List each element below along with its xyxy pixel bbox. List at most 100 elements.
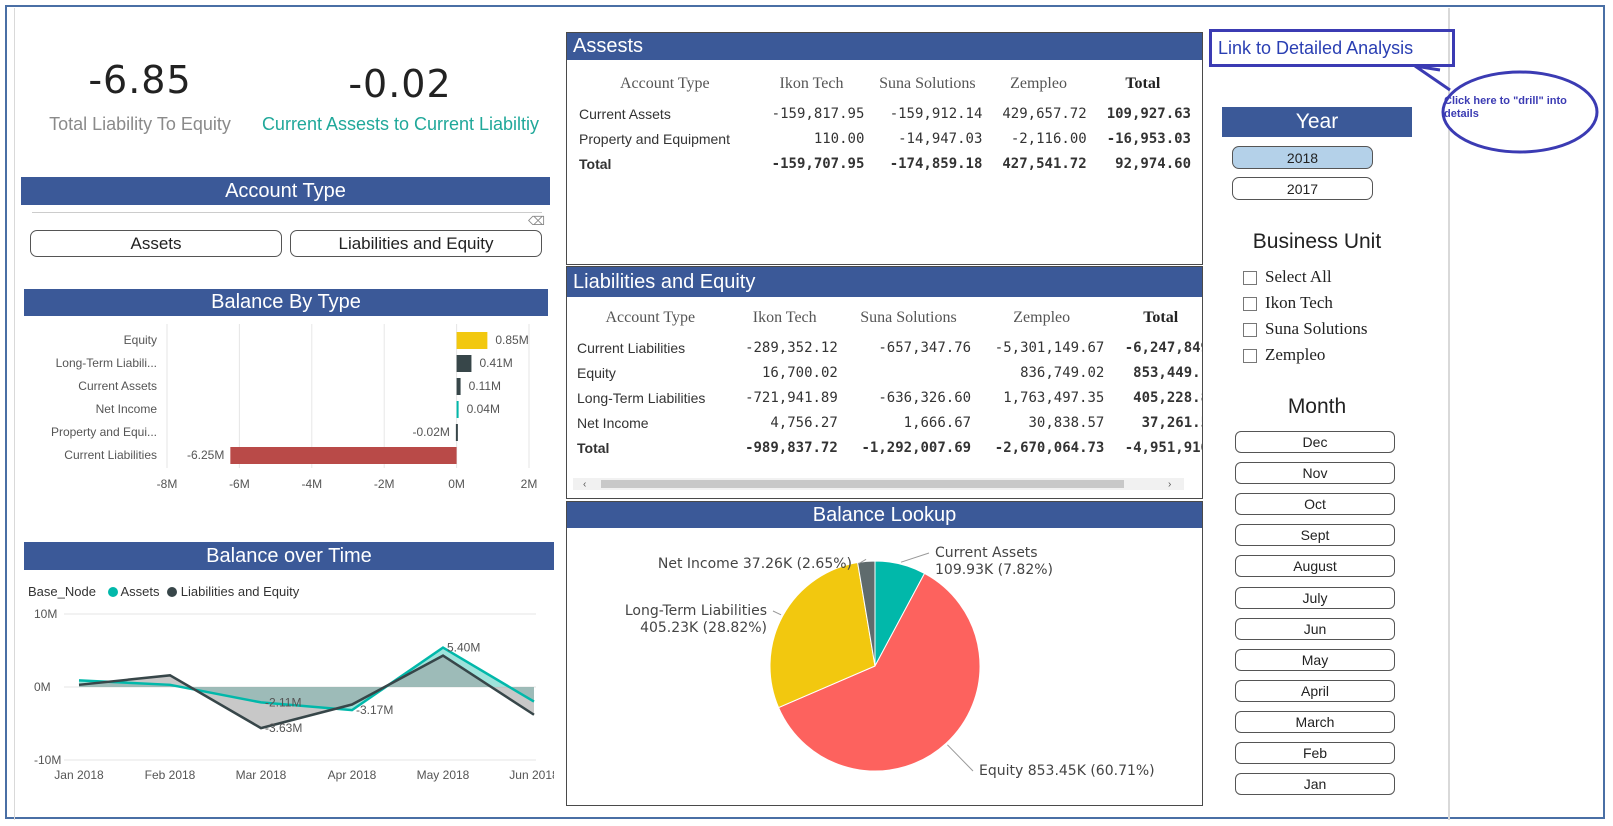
- value-cell: 1,763,497.35: [1003, 389, 1105, 406]
- month-option[interactable]: Nov: [1235, 462, 1395, 484]
- bar: [456, 378, 461, 395]
- column-header[interactable]: Ikon Tech: [755, 67, 869, 101]
- row-label-cell: Equity: [577, 364, 616, 381]
- table-header-row: Account Type Ikon Tech Suna Solutions Zempl…: [573, 301, 1202, 335]
- bu-suna-solutions[interactable]: Suna Solutions: [1243, 319, 1368, 339]
- liabilities-table-panel: Liabilities and Equity Account Type Ikon …: [566, 266, 1203, 499]
- bu-zempleo[interactable]: Zempleo: [1243, 345, 1325, 365]
- value-cell: -1,292,007.69: [861, 439, 972, 456]
- eraser-icon[interactable]: ⌫: [528, 214, 545, 228]
- month-option[interactable]: Oct: [1235, 493, 1395, 515]
- month-option[interactable]: Jun: [1235, 618, 1395, 640]
- checkbox[interactable]: [1243, 349, 1257, 364]
- column-header[interactable]: Total: [1108, 301, 1202, 335]
- value-cell: 4,756.27: [770, 414, 838, 431]
- column-header[interactable]: Suna Solutions: [842, 301, 975, 335]
- bu-ikon-tech[interactable]: Ikon Tech: [1243, 293, 1333, 313]
- row-label-cell: Total: [579, 155, 612, 172]
- data-label: -3.17M: [356, 703, 393, 717]
- value-cell: 109,927.63: [1106, 105, 1191, 122]
- table-row[interactable]: Current Assets -159,817.95 -159,912.14 429,…: [575, 101, 1195, 126]
- category-label: Property and Equi...: [51, 425, 157, 439]
- x-tick-label: May 2018: [417, 768, 470, 782]
- table-row[interactable]: Total -989,837.72 -1,292,007.69 -2,670,064.…: [573, 435, 1202, 460]
- month-option[interactable]: Jan: [1235, 773, 1395, 795]
- column-header[interactable]: Suna Solutions: [868, 67, 986, 101]
- kpi-liability-to-equity-value: -6.85: [88, 58, 192, 102]
- row-label-cell: Current Liabilities: [577, 339, 686, 356]
- balance-by-type-chart: -8M -6M -4M -2M 0M 2M Equity 0.85M Long-Term Lia…: [51, 324, 537, 491]
- balance-lookup-panel: Balance Lookup Current Assets 109.93K (7.…: [566, 501, 1203, 806]
- table-row[interactable]: Long-Term Liabilities -721,941.89 -636,326…: [573, 385, 1202, 410]
- value-cell: -989,837.72: [745, 439, 838, 456]
- bar-data-label: 0.41M: [479, 356, 512, 370]
- legend-title: Base_Node: [28, 584, 96, 599]
- row-label-cell: Net Income: [577, 414, 649, 431]
- column-header[interactable]: Account Type: [573, 301, 728, 335]
- assets-table-title: Assests: [567, 33, 1202, 60]
- table-row[interactable]: Equity 16,700.02 836,749.02 853,449.(: [573, 360, 1202, 385]
- account-type-liabilities-button[interactable]: Liabilities and Equity: [290, 230, 542, 257]
- month-title: Month: [1287, 395, 1347, 418]
- year-title: Year: [1222, 107, 1412, 137]
- table-header-row: Account Type Ikon Tech Suna Solutions Zempl…: [575, 67, 1195, 101]
- leader-line: [900, 552, 930, 563]
- value-cell: -5,301,149.67: [994, 339, 1105, 356]
- account-type-assets-button[interactable]: Assets: [30, 230, 282, 257]
- y-tick-label: 10M: [34, 607, 57, 621]
- value-cell: -16,953.03: [1106, 130, 1191, 147]
- y-tick-label: -10M: [34, 753, 61, 767]
- month-option[interactable]: April: [1235, 680, 1395, 702]
- category-label: Equity: [124, 333, 157, 347]
- year-option-2017[interactable]: 2017: [1232, 177, 1373, 200]
- column-header[interactable]: Total: [1091, 67, 1195, 101]
- scroll-right-arrow[interactable]: ›: [1168, 480, 1178, 490]
- value-cell: -289,352.12: [745, 339, 838, 356]
- month-option[interactable]: Dec: [1235, 431, 1395, 453]
- value-cell: 429,657.72: [1002, 105, 1087, 122]
- table-row[interactable]: Current Liabilities -289,352.12 -657,347.7…: [573, 335, 1202, 360]
- column-header[interactable]: Ikon Tech: [728, 301, 842, 335]
- x-tick-label: -4M: [301, 477, 322, 491]
- column-header[interactable]: Zempleo: [975, 301, 1108, 335]
- balance-lookup-pie: Current Assets109.93K (7.82%) Equity 853.…: [625, 545, 1155, 779]
- x-tick-label: -6M: [229, 477, 250, 491]
- horizontal-scrollbar[interactable]: ‹ ›: [573, 478, 1184, 490]
- month-option[interactable]: July: [1235, 587, 1395, 609]
- bar: [456, 332, 488, 349]
- slicer-divider: [32, 212, 542, 213]
- year-option-2018[interactable]: 2018: [1232, 146, 1373, 169]
- checkbox[interactable]: [1243, 323, 1257, 338]
- x-tick-label: Jan 2018: [54, 768, 104, 782]
- category-label: Current Liabilities: [64, 448, 157, 462]
- month-option[interactable]: March: [1235, 711, 1395, 733]
- bu-select-all-label: Select All: [1265, 267, 1332, 286]
- table-row[interactable]: Total -159,707.95 -174,859.18 427,541.72 92,…: [575, 151, 1195, 176]
- value-cell: -2,670,064.73: [994, 439, 1105, 456]
- value-cell: -159,707.95: [771, 155, 865, 172]
- scroll-left-arrow[interactable]: ‹: [583, 480, 593, 490]
- month-option[interactable]: Feb: [1235, 742, 1395, 764]
- column-header[interactable]: Zempleo: [986, 67, 1090, 101]
- bu-select-all[interactable]: Select All: [1243, 267, 1332, 287]
- checkbox[interactable]: [1243, 297, 1257, 312]
- liabilities-table-title: Liabilities and Equity: [567, 267, 1202, 297]
- table-row[interactable]: Net Income 4,756.27 1,666.67 30,838.57 37,26…: [573, 410, 1202, 435]
- value-cell: -2,116.00: [1010, 130, 1087, 147]
- checkbox[interactable]: [1243, 271, 1257, 286]
- liabilities-table: Account Type Ikon Tech Suna Solutions Zempl…: [573, 301, 1202, 460]
- value-cell: -6,247,849: [1124, 339, 1202, 356]
- value-cell: -159,817.95: [771, 105, 865, 122]
- scrollbar-thumb[interactable]: [601, 480, 1124, 488]
- month-option[interactable]: May: [1235, 649, 1395, 671]
- x-tick-label: Feb 2018: [145, 768, 196, 782]
- value-cell: 110.00: [813, 130, 865, 147]
- value-cell: 16,700.02: [761, 364, 838, 381]
- assets-table: Account Type Ikon Tech Suna Solutions Zempl…: [575, 67, 1195, 176]
- month-option[interactable]: August: [1235, 555, 1395, 577]
- table-row[interactable]: Property and Equipment 110.00 -14,947.03 -2…: [575, 126, 1195, 151]
- month-option[interactable]: Sept: [1235, 524, 1395, 546]
- x-tick-label: -8M: [157, 477, 178, 491]
- column-header[interactable]: Account Type: [575, 67, 755, 101]
- x-tick-label: Jun 2018: [509, 768, 554, 782]
